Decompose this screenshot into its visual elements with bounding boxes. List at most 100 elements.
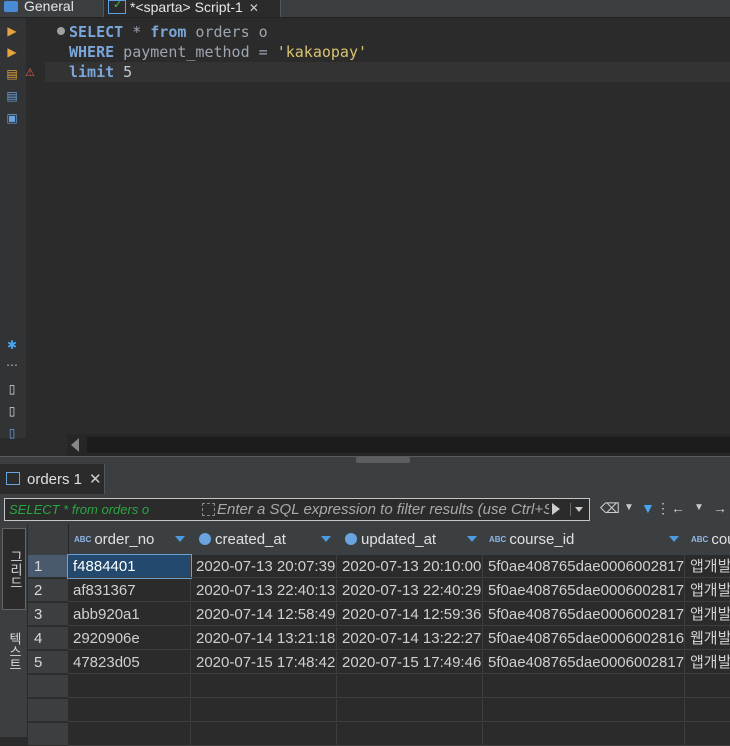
row-number[interactable]: 4 (28, 627, 68, 650)
tab-orders-1[interactable]: orders 1 ✕ (0, 464, 105, 494)
table-cell[interactable]: 5f0ae408765dae0006002817 (483, 651, 685, 674)
code-token: WHERE (69, 43, 115, 61)
scrollbar-thumb[interactable] (87, 437, 730, 453)
column-header-label: order_no (94, 531, 155, 548)
table-cell[interactable]: 2020-07-15 17:49:46 (337, 651, 483, 674)
splitter-grip-icon[interactable] (356, 457, 410, 463)
text-type-icon: ABC (691, 535, 709, 544)
tab-grid[interactable]: 그리드 (2, 528, 26, 610)
table-cell[interactable]: 웹개발 (685, 627, 730, 650)
tab-general-label: General (24, 0, 74, 14)
table-cell[interactable]: 앱개발 (685, 651, 730, 674)
table-cell[interactable]: 5f0ae408765dae0006002816 (483, 627, 685, 650)
arrow-right-icon[interactable]: → (713, 500, 727, 516)
table-cell[interactable]: 2920906e (68, 627, 191, 650)
table-cell[interactable]: 2020-07-15 17:48:42 (191, 651, 337, 674)
import-file-icon[interactable]: ▯ (5, 404, 19, 418)
table-cell[interactable]: af831367 (68, 579, 191, 602)
empty-cell (191, 699, 337, 722)
table-cell[interactable]: 앱개발 (685, 603, 730, 626)
tab-text[interactable]: 텍스트 (2, 616, 24, 686)
results-grid: ABC order_no created_at updated_at ABC course… (28, 524, 730, 746)
table-cell[interactable]: 앱개발 (685, 555, 730, 578)
empty-cell (68, 723, 191, 746)
editor-horizontal-scrollbar[interactable] (67, 434, 730, 456)
table-cell[interactable]: 앱개발 (685, 579, 730, 602)
table-cell[interactable]: 2020-07-14 12:58:49 (191, 603, 337, 626)
row-number[interactable]: 1 (28, 555, 68, 578)
table-cell[interactable]: 2020-07-13 20:10:00 (337, 555, 483, 578)
export-file-icon[interactable]: ▯ (5, 382, 19, 396)
table-cell[interactable]: 2020-07-14 13:21:18 (191, 627, 337, 650)
editor-tab-bar: General *<sparta> Script-1 ✕ (0, 0, 730, 18)
panel-splitter[interactable] (0, 456, 730, 464)
text-type-icon: ABC (74, 535, 92, 544)
table-cell[interactable]: f4884401 (67, 554, 192, 579)
table-cell[interactable]: 2020-07-13 20:07:39 (191, 555, 337, 578)
filter-history[interactable]: SELECT * from orders o (9, 500, 193, 519)
close-icon[interactable]: ✕ (89, 471, 102, 488)
filter-input[interactable]: SELECT * from orders o Enter a SQL expre… (4, 498, 590, 521)
explain-plan-icon[interactable]: ▤ (5, 89, 19, 103)
fold-marker-icon[interactable] (57, 27, 65, 35)
text-type-icon: ABC (489, 535, 507, 544)
code-line-1: SELECT * from orders o (69, 22, 268, 42)
close-icon[interactable]: ✕ (249, 2, 259, 15)
more-icon[interactable]: ⋯ (5, 358, 19, 372)
column-header-4[interactable]: ABCcourse_title (685, 524, 730, 555)
tab-general[interactable]: General (0, 0, 100, 17)
table-cell[interactable]: 5f0ae408765dae0006002817 (483, 555, 685, 578)
column-header-3[interactable]: ABC course_id (483, 524, 686, 555)
empty-cell (191, 723, 337, 746)
sort-icon[interactable] (669, 536, 679, 542)
expand-icon[interactable] (202, 503, 215, 516)
row-number[interactable]: 3 (28, 603, 68, 626)
row-number[interactable]: 2 (28, 579, 68, 602)
funnel-icon[interactable]: ▼ (641, 500, 655, 516)
table-cell[interactable]: 2020-07-14 13:22:27 (337, 627, 483, 650)
empty-row-number (28, 723, 68, 746)
filter-toolbar: SELECT * from orders o Enter a SQL expre… (0, 494, 730, 524)
column-header-0[interactable]: ABC order_no (68, 524, 192, 555)
chevron-down-icon[interactable]: ▼ (694, 500, 704, 516)
general-tab-icon (4, 1, 18, 12)
column-header-2[interactable]: updated_at (337, 524, 484, 555)
results-tab-bar: orders 1 ✕ (0, 464, 730, 494)
column-header-1[interactable]: created_at (191, 524, 338, 555)
empty-cell (483, 723, 685, 746)
empty-cell (337, 675, 483, 698)
filter-placeholder: Enter a SQL expression to filter results… (217, 501, 549, 518)
table-cell[interactable]: 47823d05 (68, 651, 191, 674)
apply-filter-icon[interactable] (552, 503, 560, 515)
save-file-icon[interactable]: ▯ (5, 426, 19, 440)
sort-icon[interactable] (321, 536, 331, 542)
arrow-left-icon[interactable]: ← (671, 500, 685, 516)
table-cell[interactable]: 2020-07-13 22:40:13 (191, 579, 337, 602)
code-token: limit (69, 63, 115, 81)
chevron-down-icon[interactable]: ▼ (624, 500, 634, 516)
editor-side-toolbar: ▶ ▶ ▤ ▤ ▣ ✱ ⋯ ▯ ▯ ▯ (0, 18, 26, 440)
eraser-icon[interactable]: ⌫ (600, 500, 620, 516)
console-icon[interactable]: ▣ (5, 111, 19, 125)
empty-cell (191, 675, 337, 698)
table-cell[interactable]: abb920a1 (68, 603, 191, 626)
table-cell[interactable]: 2020-07-13 22:40:29 (337, 579, 483, 602)
execute-script-icon[interactable]: ▤ (5, 67, 19, 81)
row-number[interactable]: 5 (28, 651, 68, 674)
settings-gear-icon[interactable]: ✱ (5, 338, 19, 352)
code-token: 5 (114, 63, 133, 81)
more-vertical-icon[interactable]: ⋮ (656, 500, 670, 516)
sort-icon[interactable] (175, 536, 185, 542)
table-cell[interactable]: 2020-07-14 12:59:36 (337, 603, 483, 626)
tab-script-1-label: *<sparta> Script-1 (130, 0, 243, 15)
execute-statement-icon[interactable]: ▶ (5, 24, 19, 38)
sort-icon[interactable] (467, 536, 477, 542)
table-cell[interactable]: 5f0ae408765dae0006002817 (483, 579, 685, 602)
table-cell[interactable]: 5f0ae408765dae0006002817 (483, 603, 685, 626)
tab-script-1[interactable]: *<sparta> Script-1 ✕ (103, 0, 281, 17)
code-token: SELECT (69, 23, 124, 41)
filter-dropdown-icon[interactable] (570, 503, 585, 516)
execute-in-new-tab-icon[interactable]: ▶ (5, 45, 19, 59)
tab-grid-label: 그리드 (8, 549, 23, 589)
scroll-left-icon[interactable] (71, 438, 79, 452)
